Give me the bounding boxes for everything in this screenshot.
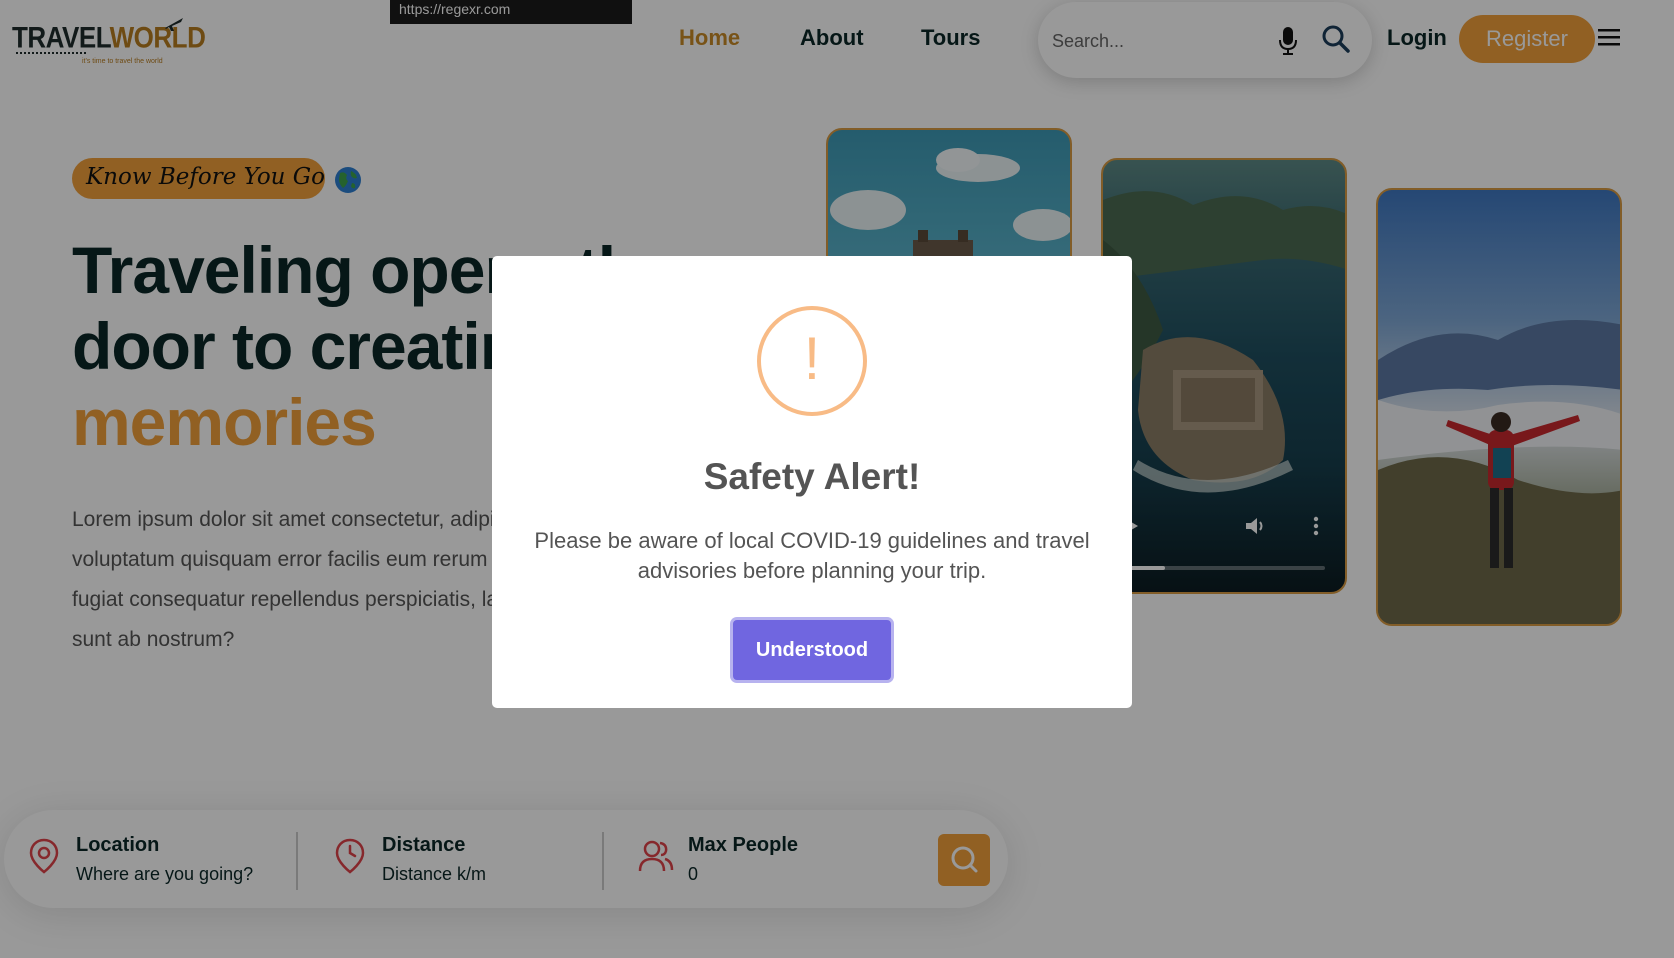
dialog-message: Please be aware of local COVID-19 guidel… bbox=[534, 528, 1090, 583]
safety-alert-dialog: ! Safety Alert! Please be aware of local… bbox=[492, 256, 1132, 708]
warning-icon-mark: ! bbox=[803, 325, 821, 392]
dialog-title: Safety Alert! bbox=[703, 456, 921, 497]
warning-icon: ! bbox=[757, 306, 867, 416]
understood-button[interactable]: Understood bbox=[733, 620, 891, 680]
